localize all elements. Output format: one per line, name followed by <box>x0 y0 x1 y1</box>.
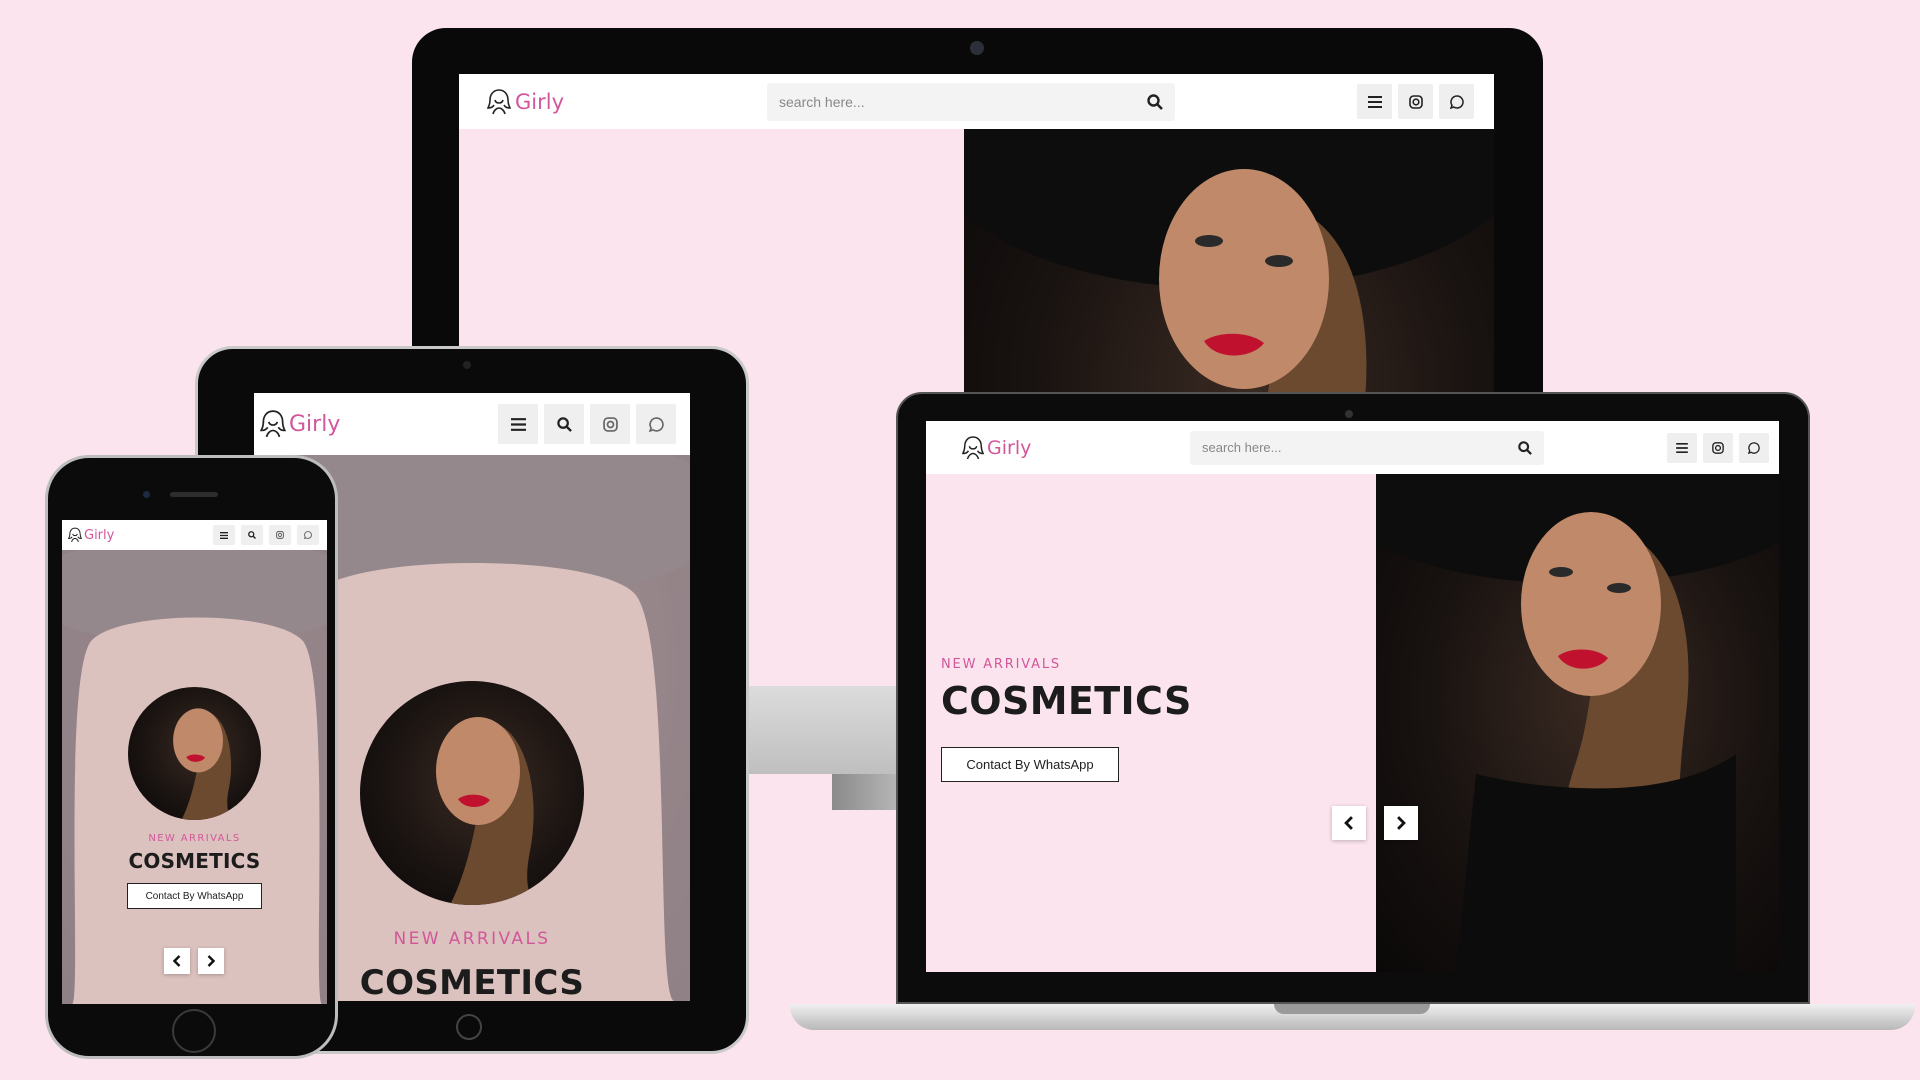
tablet-header: Girly <box>254 393 690 455</box>
header-actions <box>498 404 676 444</box>
brand-name: Girly <box>987 436 1032 459</box>
girl-logo-icon <box>260 410 286 438</box>
hero-kicker: NEW ARRIVALS <box>941 657 1062 672</box>
contact-whatsapp-button[interactable]: Contact By WhatsApp <box>127 883 262 909</box>
laptop-screen: Girly search here... NEW ARRIVALS COSMET… <box>926 421 1779 972</box>
brand-logo[interactable]: Girly <box>260 409 340 439</box>
instagram-icon <box>276 531 284 539</box>
search-input[interactable]: search here... <box>1202 440 1518 455</box>
hero-circle-photo <box>360 681 584 905</box>
search-icon <box>556 416 572 432</box>
whatsapp-button[interactable] <box>1439 84 1474 119</box>
search-icon[interactable] <box>1518 440 1532 455</box>
hero-kicker: NEW ARRIVALS <box>148 833 241 844</box>
whatsapp-icon <box>1449 94 1464 109</box>
phone-home-button <box>172 1009 216 1053</box>
next-slide-button[interactable] <box>198 948 224 974</box>
laptop-notch <box>1274 1004 1430 1014</box>
menu-icon <box>220 531 228 539</box>
search-bar[interactable]: search here... <box>1190 430 1544 465</box>
instagram-icon <box>1712 441 1724 454</box>
instagram-button[interactable] <box>1398 84 1433 119</box>
header-actions <box>213 525 319 545</box>
brand-logo[interactable]: Girly <box>487 88 687 116</box>
brand-name: Girly <box>289 411 341 437</box>
whatsapp-button[interactable] <box>1739 432 1769 463</box>
chevron-left-icon <box>1344 816 1353 830</box>
instagram-button[interactable] <box>269 525 291 545</box>
prev-slide-button[interactable] <box>164 948 190 974</box>
whatsapp-icon <box>304 531 312 539</box>
menu-button[interactable] <box>1357 84 1392 119</box>
instagram-button[interactable] <box>590 404 630 444</box>
laptop-camera <box>1345 410 1353 418</box>
brand-name: Girly <box>84 527 115 543</box>
hero-circle-photo <box>128 687 261 820</box>
whatsapp-icon <box>648 416 664 432</box>
tablet-camera <box>463 361 471 369</box>
search-button[interactable] <box>544 404 584 444</box>
instagram-button[interactable] <box>1703 432 1733 463</box>
instagram-icon <box>602 416 618 432</box>
hero-model-photo <box>1376 474 1779 972</box>
phone-header: Girly <box>62 520 327 550</box>
site-header: Girly search here... <box>459 74 1494 129</box>
menu-icon <box>1676 442 1688 453</box>
menu-icon <box>1367 95 1382 108</box>
instagram-icon <box>1408 94 1423 109</box>
search-button[interactable] <box>241 525 263 545</box>
phone-speaker <box>170 492 218 497</box>
chevron-right-icon <box>1397 816 1406 830</box>
whatsapp-button[interactable] <box>297 525 319 545</box>
girl-logo-icon <box>68 527 82 543</box>
next-slide-button[interactable] <box>1384 806 1418 840</box>
monitor-camera <box>970 41 984 55</box>
search-icon[interactable] <box>1147 93 1163 110</box>
whatsapp-icon <box>1748 441 1760 454</box>
brand-name: Girly <box>515 89 565 114</box>
brand-logo[interactable]: Girly <box>962 435 1182 461</box>
phone-screen: Girly NEW ARRIVALS COSMETICS Contact By … <box>62 520 327 1004</box>
menu-button[interactable] <box>1667 432 1697 463</box>
hero-title: COSMETICS <box>941 679 1192 723</box>
search-icon <box>248 531 256 539</box>
circle-portrait-illustration <box>173 708 235 820</box>
prev-slide-button[interactable] <box>1332 806 1366 840</box>
search-bar[interactable]: search here... <box>767 82 1175 121</box>
girl-logo-icon <box>487 88 511 114</box>
whatsapp-button[interactable] <box>636 404 676 444</box>
site-header: Girly search here... <box>926 421 1779 474</box>
menu-icon <box>510 417 526 431</box>
phone-mockup: Girly NEW ARRIVALS COSMETICS Contact By … <box>45 455 338 1059</box>
phone-camera <box>143 491 150 498</box>
laptop-mockup: Girly search here... NEW ARRIVALS COSMET… <box>790 392 1915 1050</box>
girl-logo-icon <box>962 435 984 459</box>
tablet-home-button <box>456 1014 482 1040</box>
header-actions <box>1667 432 1769 463</box>
menu-button[interactable] <box>498 404 538 444</box>
chevron-right-icon <box>207 955 215 967</box>
circle-portrait-illustration <box>436 717 540 905</box>
hero-title: COSMETICS <box>128 849 261 873</box>
model-portrait-illustration <box>1376 474 1779 972</box>
header-actions <box>1357 84 1474 119</box>
contact-whatsapp-button[interactable]: Contact By WhatsApp <box>941 747 1119 782</box>
brand-logo[interactable]: Girly <box>68 527 114 543</box>
menu-button[interactable] <box>213 525 235 545</box>
search-input[interactable]: search here... <box>779 94 1147 110</box>
chevron-left-icon <box>173 955 181 967</box>
